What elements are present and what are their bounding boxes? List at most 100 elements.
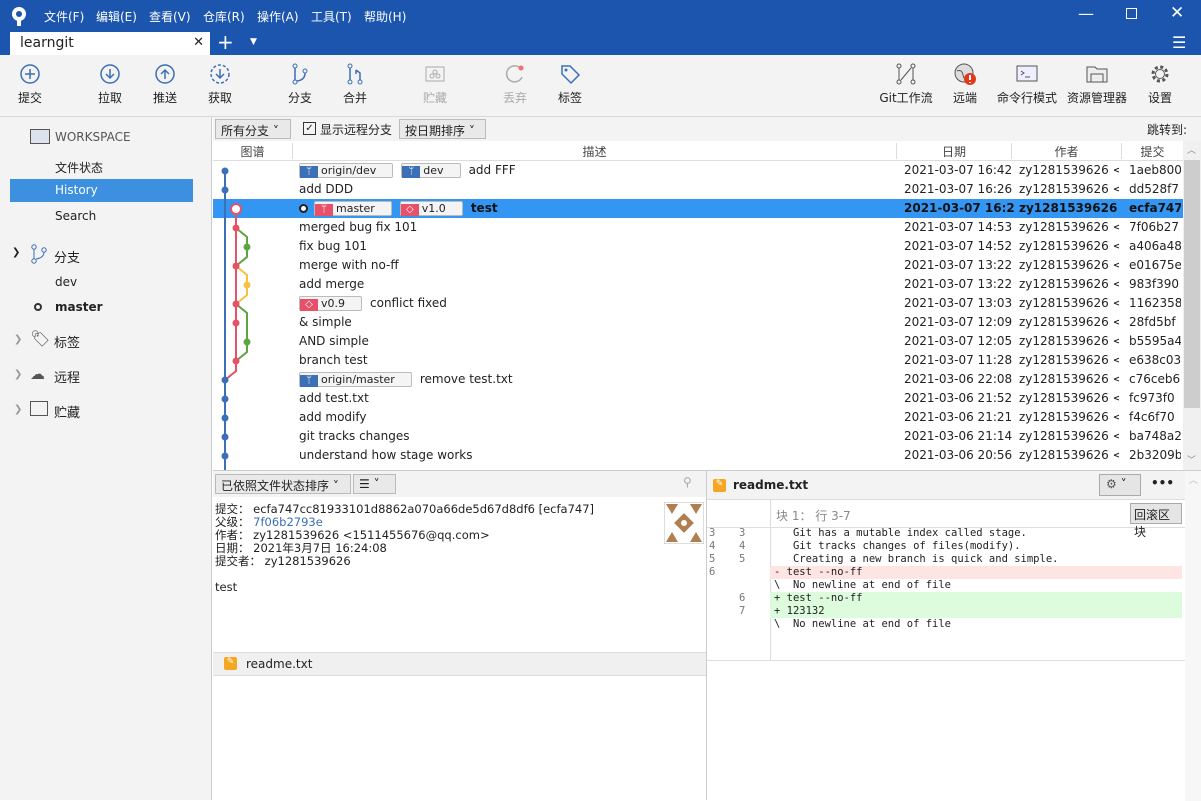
branch-badge[interactable]: ᛘ origin/dev (299, 163, 394, 178)
close-window-button[interactable]: ✕ (1170, 3, 1184, 23)
branch-badge[interactable]: ᛘ master (314, 201, 392, 216)
tag-badge[interactable]: ◇ v0.9 (299, 296, 363, 311)
commit-row[interactable]: add modify 2021-03-06 21:21 zy1281539626 <… (213, 408, 1183, 427)
menu-item[interactable]: 文件(F) (44, 8, 84, 25)
branch-badge[interactable]: ᛘ origin/master (299, 372, 412, 387)
sidebar-item-file-status[interactable]: 文件状态 (55, 159, 103, 176)
menu-item[interactable]: 仓库(R) (203, 8, 245, 25)
graph-node[interactable] (232, 300, 240, 308)
diff-options-button[interactable]: ⚙ ˅ (1099, 474, 1141, 496)
menu-item[interactable]: 工具(T) (311, 8, 352, 25)
menu-item[interactable]: 编辑(E) (96, 8, 137, 25)
graph-node[interactable] (243, 338, 251, 346)
commit-row[interactable]: merge with no-ff 2021-03-07 13:22 zy128153… (213, 256, 1183, 275)
toolbar-button-4[interactable]: 分支 (270, 55, 330, 117)
commit-row[interactable]: ᛘ origin/dev ᛘ dev add FFF 2021-03-07 16:42 zy… (213, 161, 1183, 180)
jump-to-label[interactable]: 跳转到: (1147, 121, 1187, 138)
menu-item[interactable]: 操作(A) (257, 8, 299, 25)
sort-dropdown[interactable]: 按日期排序 ˅ (399, 119, 486, 139)
graph-node[interactable] (221, 452, 229, 460)
commit-list-scrollbar[interactable]: ︿ ﹀ (1183, 141, 1201, 470)
graph-node[interactable] (221, 395, 229, 403)
commit-row[interactable]: branch test 2021-03-07 11:28 zy1281539626 … (213, 351, 1183, 370)
menu-item[interactable]: 查看(V) (149, 8, 191, 25)
column-date[interactable]: 日期 (897, 143, 1012, 159)
commit-row[interactable]: ᛘ origin/master remove test.txt 2021-03-06 … (213, 370, 1183, 389)
toolbar-button-6[interactable]: 贮藏 (405, 55, 465, 117)
close-tab-icon[interactable]: ✕ (193, 35, 204, 50)
sidebar-section-remotes[interactable]: 远程 (54, 367, 80, 386)
chevron-right-icon[interactable]: ❯ (14, 369, 22, 380)
file-list-item[interactable]: ✎ readme.txt (213, 652, 706, 676)
branch-filter-dropdown[interactable]: 所有分支 ˅ (215, 119, 291, 139)
toolbar-button-8[interactable]: 标签 (540, 55, 600, 117)
commit-row[interactable]: fix bug 101 2021-03-07 14:52 zy1281539626 … (213, 237, 1183, 256)
graph-node[interactable] (232, 262, 240, 270)
menu-item[interactable]: 帮助(H) (364, 8, 406, 25)
maximize-button[interactable] (1126, 8, 1137, 19)
chevron-right-icon[interactable]: ❯ (14, 334, 22, 345)
graph-node[interactable] (221, 186, 229, 194)
column-commit[interactable]: 提交 (1122, 143, 1183, 159)
graph-node[interactable] (243, 243, 251, 251)
graph-node[interactable] (221, 433, 229, 441)
scrollbar-thumb[interactable] (1184, 160, 1200, 408)
toolbar-button-1[interactable]: 拉取 (80, 55, 140, 117)
chevron-down-icon[interactable]: ❯ (12, 247, 20, 258)
tag-badge[interactable]: ◇ v1.0 (399, 201, 463, 216)
toolbar-button-5[interactable]: 合并 (325, 55, 385, 117)
sidebar-section-stashes[interactable]: 贮藏 (54, 402, 80, 421)
toolbar-right-button-2[interactable]: 命令行模式 (992, 55, 1062, 117)
graph-node[interactable] (232, 319, 240, 327)
toolbar-right-button-1[interactable]: 远端 (930, 55, 1000, 117)
file-sort-dropdown[interactable]: 已依照文件状态排序 ˅ (215, 474, 351, 494)
branch-badge[interactable]: ᛘ dev (401, 163, 461, 178)
sidebar-section-branches[interactable]: 分支 (54, 247, 80, 266)
graph-node[interactable] (243, 281, 251, 289)
graph-node[interactable] (232, 224, 240, 232)
commit-row[interactable]: add DDD 2021-03-07 16:26 zy1281539626 <' dd… (213, 180, 1183, 199)
revert-hunk-button[interactable]: 回滚区块 (1130, 503, 1182, 539)
commit-row[interactable]: AND simple 2021-03-07 12:05 zy1281539626 <… (213, 332, 1183, 351)
commit-row[interactable]: add merge 2021-03-07 13:22 zy1281539626 <'… (213, 275, 1183, 294)
minimize-button[interactable]: — (1078, 4, 1094, 23)
toolbar-button-7[interactable]: 丢弃 (485, 55, 545, 117)
diff-scrollbar[interactable]: ︿ (1185, 471, 1201, 801)
graph-node[interactable] (232, 357, 240, 365)
column-description[interactable]: 描述 (293, 143, 897, 159)
commit-row[interactable]: understand how stage works 2021-03-06 20:… (213, 446, 1183, 465)
parent-hash-link[interactable]: 7f06b2793e (253, 515, 323, 529)
sidebar-branch-dev[interactable]: dev (55, 275, 77, 289)
graph-node[interactable] (221, 414, 229, 422)
sidebar-item-search[interactable]: Search (55, 209, 96, 223)
toolbar-button-3[interactable]: 获取 (190, 55, 250, 117)
repo-tab[interactable]: learngit ✕ (10, 32, 210, 55)
toolbar-button-0[interactable]: 提交 (0, 55, 60, 117)
sidebar-branch-master[interactable]: master (55, 300, 103, 314)
show-remote-checkbox[interactable]: ✓ (303, 122, 316, 135)
new-tab-button[interactable]: + (217, 30, 234, 54)
commit-row[interactable]: & simple 2021-03-07 12:09 zy1281539626 <' 2… (213, 313, 1183, 332)
column-graph[interactable]: 图谱 (213, 143, 293, 159)
sidebar-item-history[interactable]: History (10, 179, 193, 202)
column-author[interactable]: 作者 (1012, 143, 1122, 159)
toolbar-button-2[interactable]: 推送 (135, 55, 195, 117)
graph-node[interactable] (221, 167, 229, 175)
toolbar-right-button-3[interactable]: 资源管理器 (1062, 55, 1132, 117)
hamburger-menu-icon[interactable]: ☰ (1172, 33, 1186, 52)
graph-node-head[interactable] (230, 203, 242, 215)
commit-row[interactable]: merged bug fix 101 2021-03-07 14:53 zy1281… (213, 218, 1183, 237)
view-mode-dropdown[interactable]: ☰ ˅ (353, 474, 396, 494)
chevron-right-icon[interactable]: ❯ (14, 404, 22, 415)
commit-row[interactable]: git tracks changes 2021-03-06 21:14 zy1281… (213, 427, 1183, 446)
more-options-icon[interactable]: ••• (1151, 476, 1174, 490)
toolbar-right-button-4[interactable]: 设置 (1125, 55, 1195, 117)
workspace-header[interactable]: WORKSPACE (55, 130, 131, 144)
tab-dropdown-icon[interactable]: ▼ (250, 37, 257, 47)
sidebar-section-tags[interactable]: 标签 (54, 332, 80, 351)
commit-row[interactable]: add test.txt 2021-03-06 21:52 zy1281539626… (213, 389, 1183, 408)
search-icon[interactable]: ⚲ (683, 475, 692, 489)
commit-row[interactable]: ◇ v0.9 conflict fixed 2021-03-07 13:03 zy128… (213, 294, 1183, 313)
commit-row[interactable]: ᛘ master ◇ v1.0 test 2021-03-07 16:24 zy128153… (213, 199, 1183, 218)
graph-node[interactable] (221, 376, 229, 384)
